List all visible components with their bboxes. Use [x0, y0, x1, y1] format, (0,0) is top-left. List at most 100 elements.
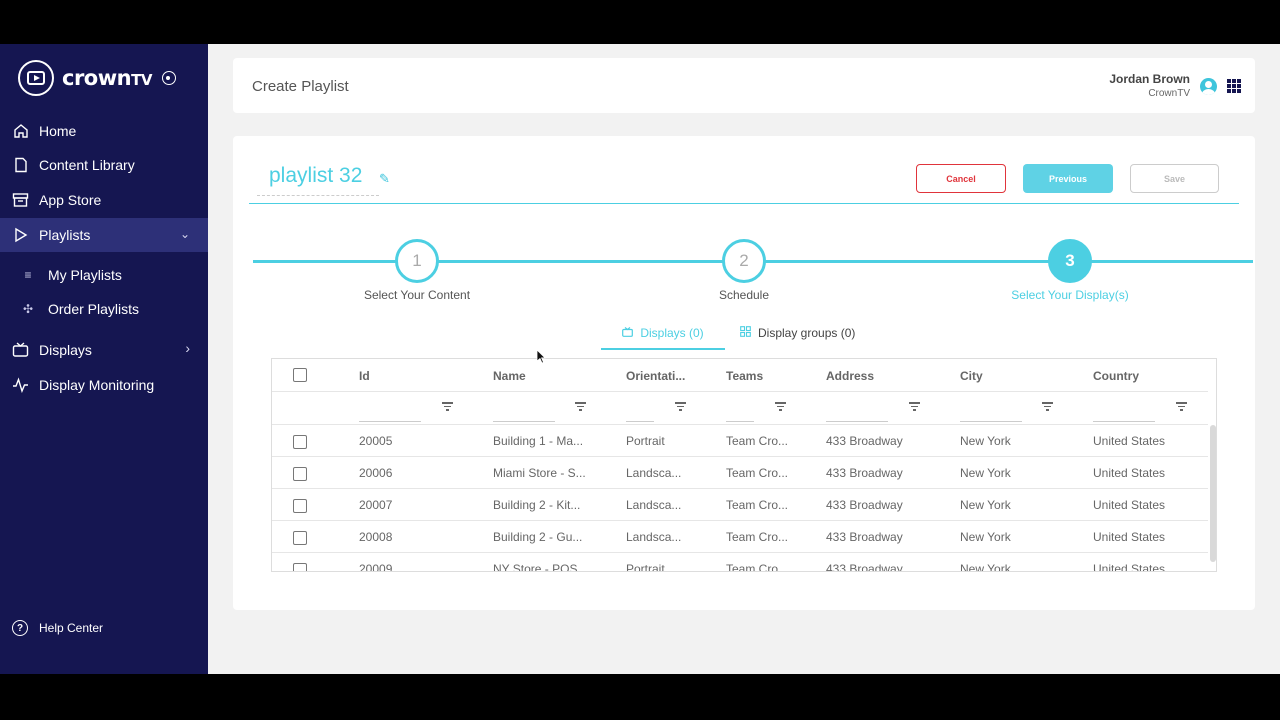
column-header-address[interactable]: Address	[826, 369, 874, 383]
grid-icon	[740, 326, 751, 340]
cell-teams: Team Cro...	[726, 466, 789, 480]
chevron-right-icon: ›	[185, 340, 190, 356]
filter-icon[interactable]	[1176, 402, 1187, 411]
column-header-country[interactable]: Country	[1093, 369, 1139, 383]
cell-id: 20008	[359, 530, 393, 544]
playlist-name[interactable]: playlist 32	[269, 164, 362, 188]
table-row[interactable]: 20008 Building 2 - Gu... Landsca... Team…	[272, 521, 1208, 553]
cell-name: NY Store - POS...	[493, 562, 588, 572]
table-row[interactable]: 20009 NY Store - POS... Portrait Team Cr…	[272, 553, 1208, 572]
column-header-city[interactable]: City	[960, 369, 983, 383]
filter-input-id[interactable]	[359, 421, 421, 422]
nav-item-content-library[interactable]: Content Library	[0, 148, 208, 182]
cell-teams: Team Cro...	[726, 562, 789, 572]
cell-country: United States	[1093, 562, 1166, 572]
apps-grid-icon[interactable]	[1227, 79, 1241, 93]
divider	[249, 203, 1239, 204]
filter-input-orientation[interactable]	[626, 421, 654, 422]
step-3-label: Select Your Display(s)	[1011, 288, 1129, 302]
step-2-label: Schedule	[718, 288, 770, 302]
cell-country: United States	[1093, 498, 1166, 512]
tab-displays[interactable]: Displays (0)	[601, 322, 725, 344]
filter-icon[interactable]	[575, 402, 586, 411]
table-row[interactable]: 20005 Building 1 - Ma... Portrait Team C…	[272, 425, 1208, 457]
nav-item-playlists[interactable]: Playlists ⌄	[0, 218, 208, 252]
help-label: Help Center	[39, 621, 104, 635]
tab-display-groups[interactable]: Display groups (0)	[740, 322, 855, 344]
filter-input-country[interactable]	[1093, 421, 1155, 422]
app-frame: crownTV Home Content Library App Store P…	[0, 44, 1280, 674]
row-checkbox[interactable]	[293, 499, 307, 513]
nav-label: App Store	[39, 192, 102, 208]
cell-city: New York	[960, 498, 1011, 512]
table-row[interactable]: 20007 Building 2 - Kit... Landsca... Tea…	[272, 489, 1208, 521]
store-icon	[12, 192, 29, 209]
save-button[interactable]: Save	[1130, 164, 1219, 193]
filter-input-name[interactable]	[493, 421, 555, 422]
cell-country: United States	[1093, 466, 1166, 480]
nav-sub-label: My Playlists	[48, 267, 122, 283]
filter-input-city[interactable]	[960, 421, 1022, 422]
table-scrollbar[interactable]	[1210, 425, 1216, 562]
brand[interactable]: crownTV	[18, 60, 176, 96]
step-3-circle[interactable]: 3	[1048, 239, 1092, 283]
user-org: CrownTV	[1148, 88, 1190, 99]
table-header: Id Name Orientati... Teams Address City …	[272, 359, 1208, 392]
filter-input-teams[interactable]	[726, 421, 754, 422]
nav-item-display-monitoring[interactable]: Display Monitoring	[0, 368, 208, 402]
nav-label: Display Monitoring	[39, 377, 155, 393]
cell-address: 433 Broadway	[826, 466, 903, 480]
nav-item-app-store[interactable]: App Store	[0, 183, 208, 217]
step-1-circle[interactable]: 1	[395, 239, 439, 283]
filter-row	[272, 392, 1208, 425]
filter-icon[interactable]	[775, 402, 786, 411]
cell-id: 20006	[359, 466, 393, 480]
row-checkbox[interactable]	[293, 531, 307, 545]
page-title: Create Playlist	[252, 78, 349, 95]
chevron-down-icon: ⌄	[179, 227, 190, 241]
nav-label: Home	[39, 123, 77, 139]
cell-city: New York	[960, 530, 1011, 544]
filter-input-address[interactable]	[826, 421, 888, 422]
sidebar-item-my-playlists[interactable]: ≡ My Playlists	[0, 258, 208, 292]
select-all-checkbox[interactable]	[293, 368, 307, 382]
column-header-id[interactable]: Id	[359, 369, 370, 383]
tv-icon	[12, 342, 29, 359]
cell-address: 433 Broadway	[826, 562, 903, 572]
nav-label: Playlists	[39, 227, 91, 243]
cell-address: 433 Broadway	[826, 498, 903, 512]
filter-icon[interactable]	[442, 402, 453, 411]
edit-pencil-icon[interactable]: ✎	[379, 171, 390, 187]
pulse-icon	[12, 377, 29, 394]
column-header-orientation[interactable]: Orientati...	[626, 369, 685, 383]
user-name[interactable]: Jordan Brown	[1109, 72, 1190, 86]
filter-icon[interactable]	[909, 402, 920, 411]
home-icon	[12, 123, 29, 140]
help-center-link[interactable]: ? Help Center	[12, 620, 103, 636]
tab-label: Display groups (0)	[758, 326, 856, 340]
cell-name: Building 2 - Kit...	[493, 498, 581, 512]
cell-address: 433 Broadway	[826, 530, 903, 544]
row-checkbox[interactable]	[293, 467, 307, 481]
tab-label: Displays (0)	[640, 326, 704, 340]
target-icon[interactable]	[161, 71, 176, 85]
help-icon: ?	[12, 620, 28, 636]
sidebar-item-order-playlists[interactable]: ✣ Order Playlists	[0, 292, 208, 326]
nav-item-home[interactable]: Home	[0, 114, 208, 148]
step-2-circle[interactable]: 2	[722, 239, 766, 283]
previous-button[interactable]: Previous	[1023, 164, 1113, 193]
filter-icon[interactable]	[1042, 402, 1053, 411]
cell-country: United States	[1093, 434, 1166, 448]
cell-name: Miami Store - S...	[493, 466, 586, 480]
column-header-name[interactable]: Name	[493, 369, 526, 383]
row-checkbox[interactable]	[293, 563, 307, 571]
filter-icon[interactable]	[675, 402, 686, 411]
column-header-teams[interactable]: Teams	[726, 369, 763, 383]
cell-name: Building 1 - Ma...	[493, 434, 584, 448]
table-row[interactable]: 20006 Miami Store - S... Landsca... Team…	[272, 457, 1208, 489]
avatar-icon[interactable]	[1200, 78, 1217, 95]
nav-item-displays[interactable]: Displays ›	[0, 333, 208, 367]
cancel-button[interactable]: Cancel	[916, 164, 1006, 193]
cell-orientation: Portrait	[626, 562, 665, 572]
row-checkbox[interactable]	[293, 435, 307, 449]
